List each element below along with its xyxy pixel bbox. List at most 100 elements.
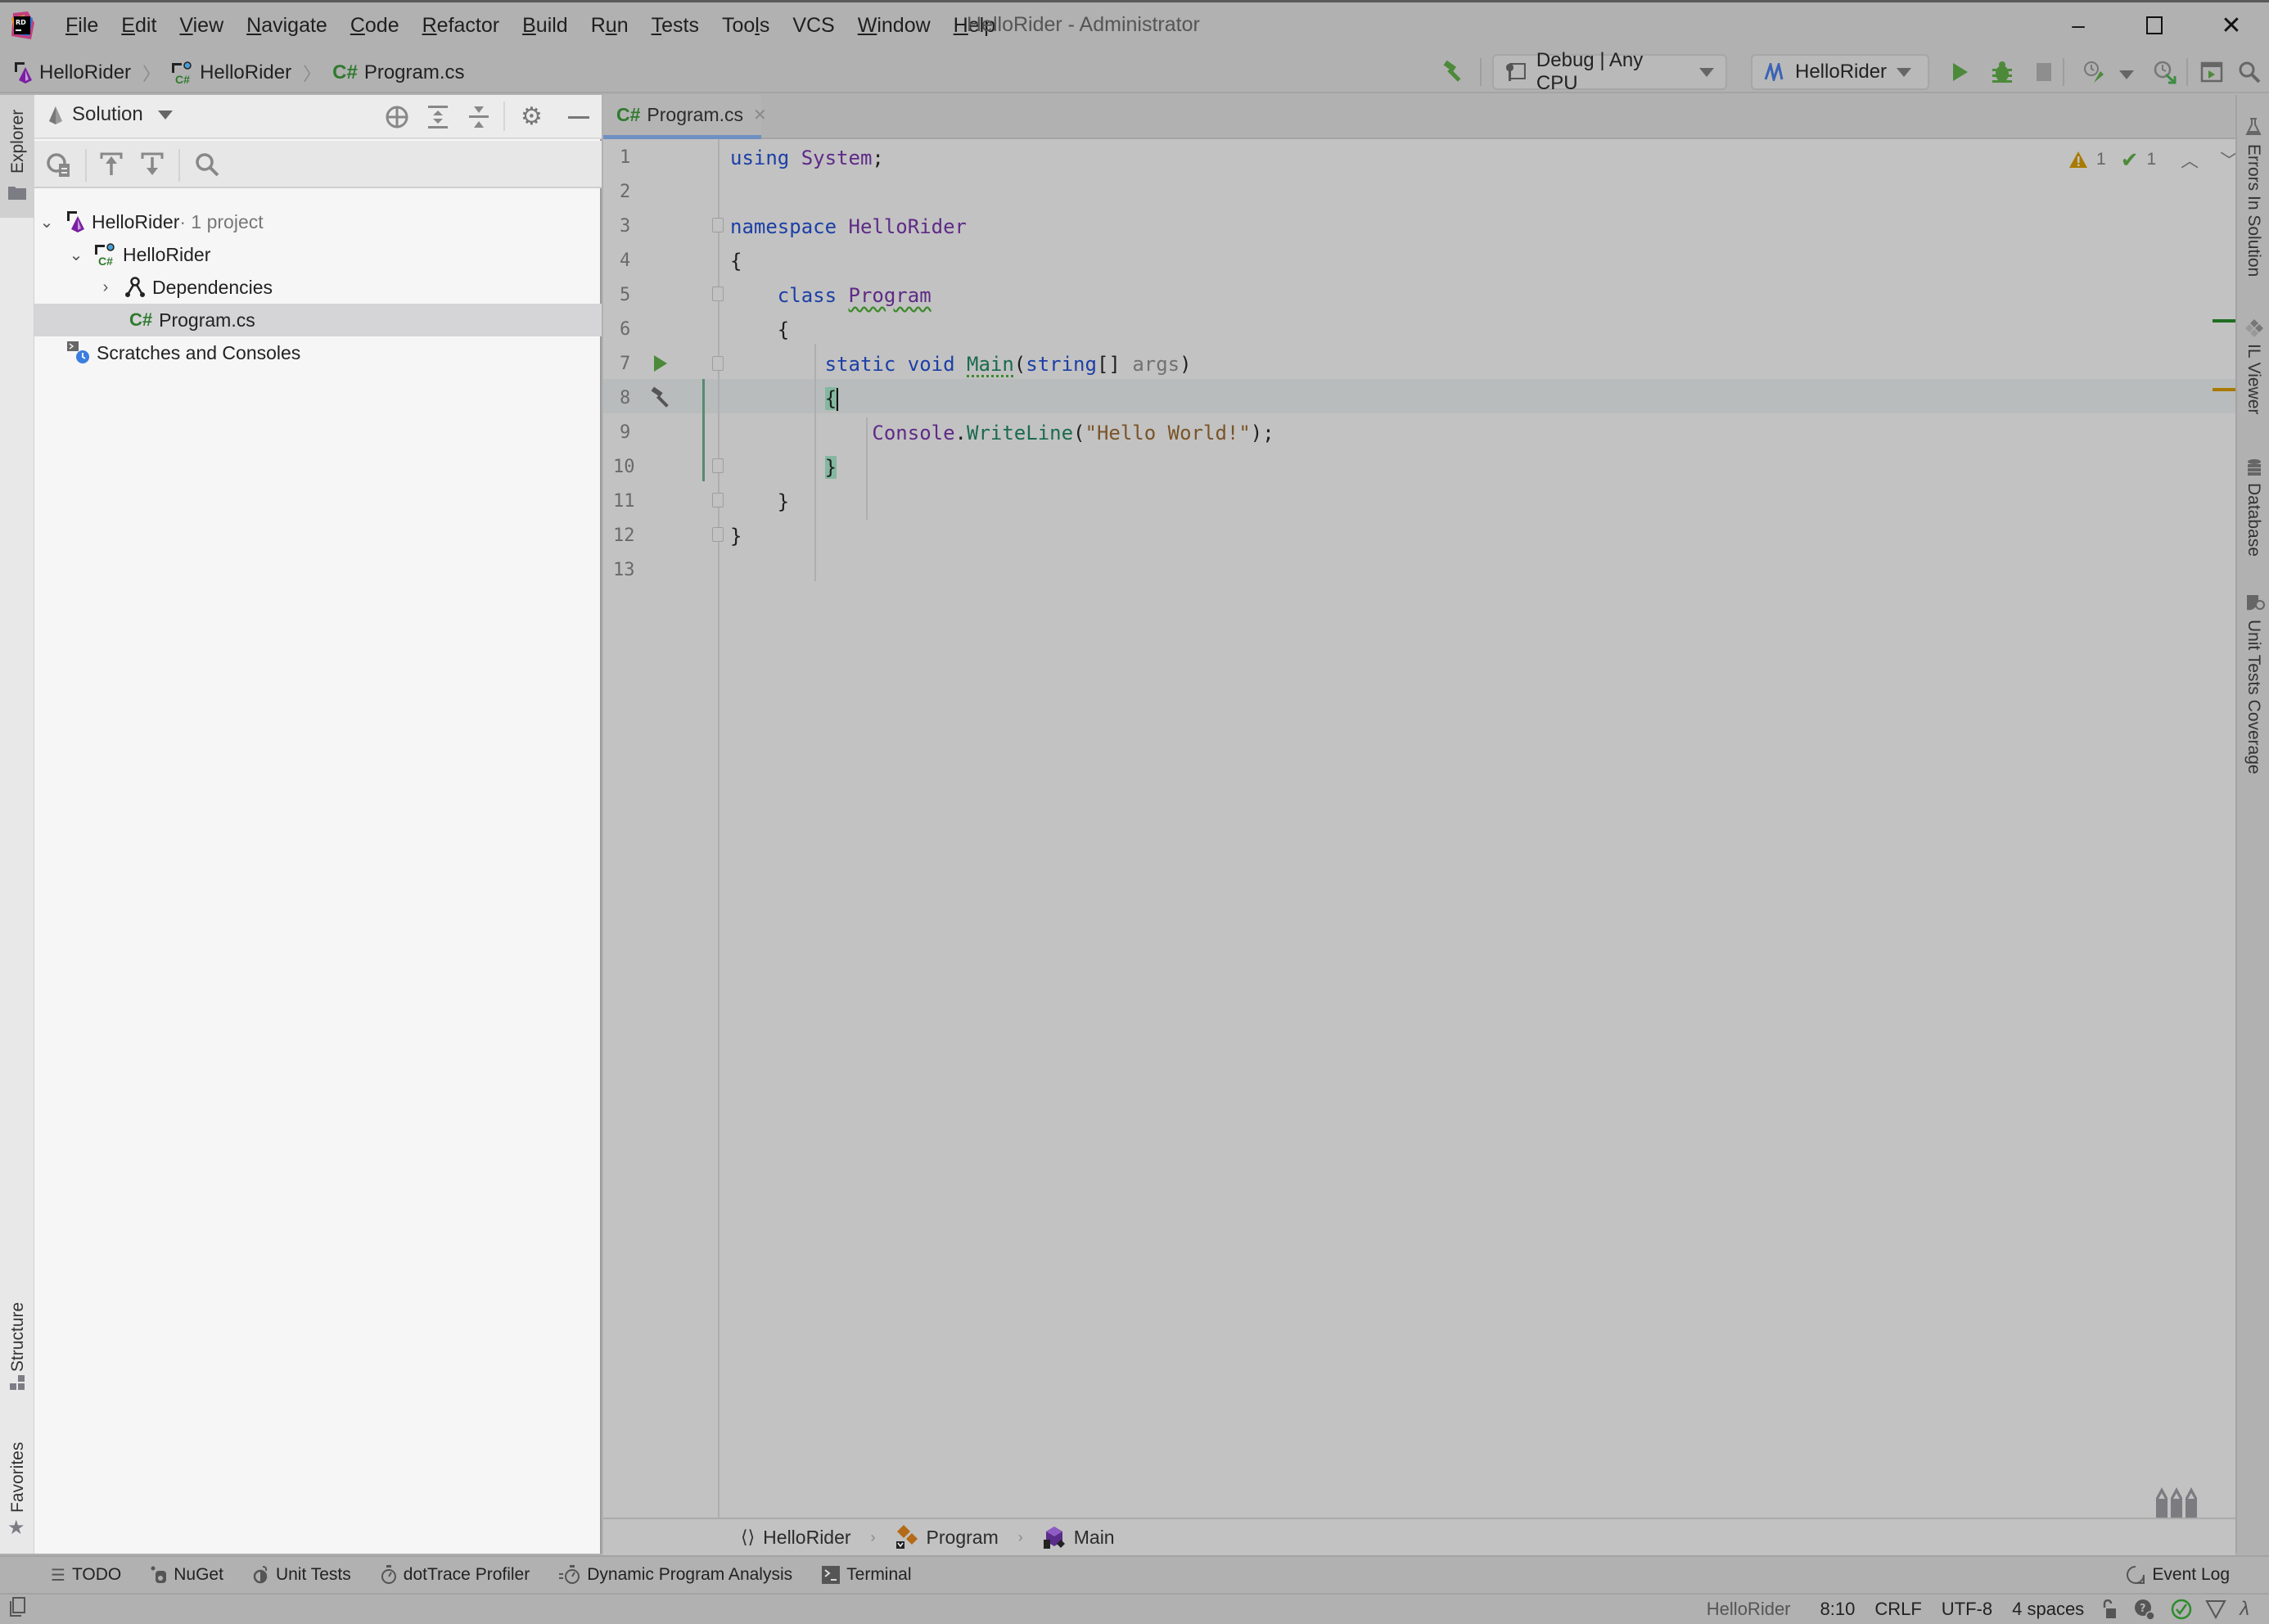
- tool-tab-event-log[interactable]: Event Log: [2111, 1565, 2244, 1585]
- database-stripe-button[interactable]: Database: [2237, 455, 2269, 578]
- menu-build[interactable]: Build: [511, 14, 580, 38]
- code-crumb-namespace[interactable]: ⟨⟩ HelloRider: [741, 1527, 851, 1549]
- chevron-right-icon[interactable]: ›: [98, 278, 113, 297]
- run-anything-button[interactable]: [2197, 57, 2226, 87]
- status-indent[interactable]: 4 spaces: [2002, 1599, 2094, 1620]
- menu-tests[interactable]: Tests: [640, 14, 710, 38]
- profiler-dropdown[interactable]: [2119, 69, 2134, 83]
- line-number[interactable]: 4: [620, 250, 652, 271]
- line-number[interactable]: 6: [620, 319, 652, 340]
- configuration-dropdown[interactable]: Debug | Any CPU: [1492, 49, 1727, 94]
- code-crumb-class[interactable]: Program: [895, 1525, 999, 1550]
- code-crumb-method[interactable]: Main: [1043, 1525, 1115, 1550]
- run-configuration-dropdown[interactable]: HelloRider: [1751, 54, 1929, 90]
- line-number[interactable]: 8: [620, 388, 652, 408]
- inspection-widget[interactable]: 1 ✔ 1 ︿ ﹀: [2068, 147, 2238, 172]
- fold-marker[interactable]: [712, 218, 724, 232]
- menu-vcs[interactable]: VCS: [781, 14, 846, 38]
- tool-tab-unit-tests[interactable]: Unit Tests: [238, 1565, 366, 1585]
- explorer-stripe-button[interactable]: Explorer: [0, 95, 34, 218]
- run-button[interactable]: [1945, 57, 1974, 87]
- previous-highlight-icon[interactable]: ︿: [2181, 147, 2199, 173]
- line-number[interactable]: 13: [613, 560, 646, 580]
- tab-program-cs[interactable]: C# Program.cs ✕: [603, 95, 767, 139]
- structure-stripe-button[interactable]: Structure: [0, 1298, 34, 1396]
- fold-marker[interactable]: [712, 458, 724, 473]
- chevron-down-icon[interactable]: ⌄: [69, 245, 83, 265]
- menu-tools[interactable]: Tools: [710, 14, 781, 38]
- show-files-button[interactable]: [46, 152, 72, 183]
- collapse-all-button[interactable]: [468, 105, 489, 133]
- filter-icon[interactable]: [2205, 1599, 2226, 1619]
- stop-button[interactable]: [2029, 57, 2059, 87]
- menu-window[interactable]: Window: [846, 14, 942, 38]
- tree-item-dependencies[interactable]: › Dependencies: [34, 271, 602, 304]
- tree-item-program-cs[interactable]: C# Program.cs: [34, 304, 602, 336]
- expand-all-button[interactable]: [427, 105, 449, 133]
- minimize-button[interactable]: –: [2046, 7, 2111, 44]
- status-encoding[interactable]: UTF-8: [1932, 1599, 2002, 1620]
- line-number[interactable]: 2: [620, 182, 652, 202]
- lambda-icon[interactable]: λ: [2240, 1598, 2249, 1621]
- code-editor[interactable]: using System; namespace HelloRider { cla…: [603, 139, 2238, 1518]
- code-analysis-settings-icon[interactable]: ?: [2133, 1598, 2156, 1621]
- autoscroll-to-source-button[interactable]: [141, 152, 164, 181]
- status-caret-position[interactable]: 8:10: [1811, 1599, 1865, 1620]
- scroll-from-source-button[interactable]: [100, 152, 123, 181]
- tool-tab-dottrace[interactable]: dotTrace Profiler: [366, 1565, 544, 1585]
- fold-marker[interactable]: [712, 493, 724, 508]
- error-stripe-mark-warning[interactable]: [2213, 388, 2235, 391]
- tree-item-solution[interactable]: ⌄ HelloRider · 1 project: [34, 205, 602, 238]
- il-viewer-stripe-button[interactable]: IL Viewer: [2237, 316, 2269, 447]
- line-number[interactable]: 5: [620, 285, 652, 305]
- hide-panel-button[interactable]: [568, 116, 589, 119]
- explorer-settings-button[interactable]: ⚙: [521, 105, 543, 129]
- line-number[interactable]: 9: [620, 422, 652, 443]
- search-everywhere-button[interactable]: [2235, 57, 2264, 87]
- toggle-tool-windows-button[interactable]: [10, 1597, 26, 1622]
- status-line-ending[interactable]: CRLF: [1865, 1599, 1931, 1620]
- breadcrumb-file[interactable]: C# Program.cs: [332, 61, 464, 84]
- menu-file[interactable]: File: [54, 14, 110, 38]
- unit-tests-coverage-stripe-button[interactable]: Unit Tests Coverage: [2237, 590, 2269, 787]
- view-selector-dropdown[interactable]: Solution: [47, 103, 173, 126]
- menu-view[interactable]: View: [168, 14, 235, 38]
- timeline-profiler-button[interactable]: [2150, 57, 2180, 87]
- close-tab-icon[interactable]: ✕: [753, 105, 767, 125]
- fold-marker[interactable]: [712, 356, 724, 371]
- menu-refactor[interactable]: Refactor: [411, 14, 512, 38]
- tool-tab-nuget[interactable]: NuGet: [136, 1565, 238, 1585]
- rider-logo-icon[interactable]: RD: [10, 11, 34, 39]
- explorer-search-button[interactable]: [195, 152, 219, 181]
- line-number[interactable]: 3: [620, 216, 652, 237]
- hammer-gutter-icon[interactable]: [649, 386, 674, 411]
- line-number[interactable]: 11: [613, 491, 646, 512]
- unlock-icon[interactable]: [2102, 1599, 2117, 1619]
- favorites-stripe-button[interactable]: Favorites ★: [0, 1429, 34, 1539]
- build-button[interactable]: [1439, 57, 1468, 87]
- fold-marker[interactable]: [712, 286, 724, 301]
- run-gutter-icon[interactable]: [652, 354, 669, 372]
- line-number[interactable]: 10: [613, 457, 646, 477]
- line-number[interactable]: 1: [620, 147, 652, 168]
- line-number[interactable]: 7: [620, 354, 652, 374]
- inspection-ok-icon[interactable]: [2171, 1599, 2192, 1620]
- tool-tab-dynamic-program-analysis[interactable]: Dynamic Program Analysis: [544, 1565, 807, 1585]
- error-stripe-mark-ok[interactable]: [2213, 319, 2235, 323]
- tree-item-project[interactable]: ⌄ C# HelloRider: [34, 238, 602, 271]
- menu-edit[interactable]: Edit: [110, 14, 168, 38]
- maximize-button[interactable]: [2122, 7, 2187, 44]
- locate-file-button[interactable]: [385, 105, 409, 133]
- menu-run[interactable]: Run: [580, 14, 640, 38]
- tool-tab-terminal[interactable]: Terminal: [807, 1565, 926, 1585]
- line-number[interactable]: 12: [613, 526, 646, 546]
- breadcrumb-solution[interactable]: HelloRider: [15, 61, 131, 84]
- tree-item-scratches[interactable]: Scratches and Consoles: [34, 336, 602, 369]
- tool-tab-todo[interactable]: ☰ TODO: [36, 1565, 136, 1586]
- reader-mode-icon[interactable]: [2154, 1486, 2200, 1518]
- breadcrumb-project[interactable]: C# HelloRider: [172, 61, 291, 84]
- close-window-button[interactable]: ✕: [2199, 7, 2264, 44]
- status-context[interactable]: HelloRider: [1697, 1599, 1801, 1620]
- menu-navigate[interactable]: Navigate: [235, 14, 339, 38]
- attach-profiler-button[interactable]: [2080, 57, 2109, 87]
